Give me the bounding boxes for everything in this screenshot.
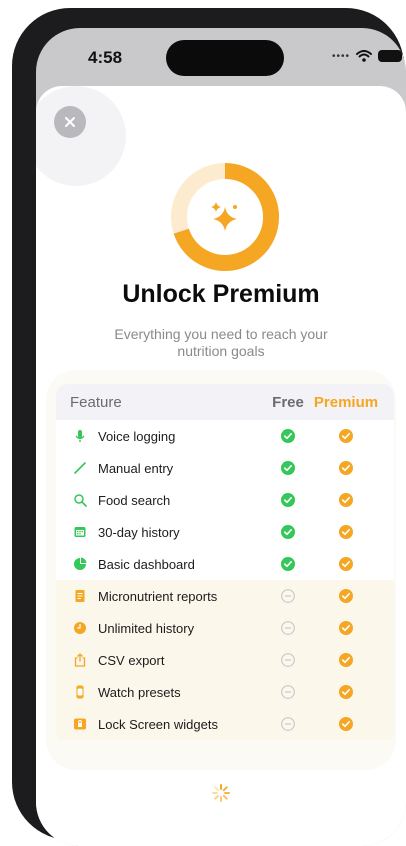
share-icon bbox=[73, 653, 87, 667]
table-row: CSV export bbox=[56, 644, 394, 676]
check-icon bbox=[339, 653, 353, 667]
premium-status bbox=[339, 429, 353, 443]
premium-ring-graphic bbox=[171, 163, 280, 271]
status-icons: •••• bbox=[332, 50, 406, 62]
check-icon bbox=[339, 685, 353, 699]
feature-label: CSV export bbox=[98, 653, 165, 668]
calendar-icon bbox=[73, 525, 87, 539]
free-status bbox=[281, 429, 295, 443]
table-body: Voice logging Manual entry Food search 30-d… bbox=[56, 420, 394, 740]
free-status bbox=[281, 589, 295, 603]
check-icon bbox=[281, 493, 295, 507]
table-header: Feature Free Premium bbox=[56, 384, 394, 420]
device-screen: 4:58 •••• Unlock Premium Everything you … bbox=[36, 28, 406, 846]
table-row: Manual entry bbox=[56, 452, 394, 484]
table-row: Basic dashboard bbox=[56, 548, 394, 580]
feature-label: Watch presets bbox=[98, 685, 181, 700]
check-icon bbox=[339, 621, 353, 635]
feature-label: Food search bbox=[98, 493, 171, 508]
check-icon bbox=[339, 493, 353, 507]
table-row: 30-day history bbox=[56, 516, 394, 548]
header-premium: Premium bbox=[313, 394, 379, 411]
header-free: Free bbox=[272, 394, 304, 411]
not-included-icon bbox=[281, 621, 295, 635]
free-status bbox=[281, 717, 295, 731]
feature-label: Basic dashboard bbox=[98, 557, 195, 572]
lock-icon bbox=[73, 717, 87, 731]
check-icon bbox=[339, 525, 353, 539]
magnifier-icon bbox=[73, 493, 87, 507]
status-time: 4:58 bbox=[88, 48, 123, 67]
battery-icon bbox=[378, 50, 406, 62]
premium-status bbox=[339, 621, 353, 635]
premium-status bbox=[339, 685, 353, 699]
premium-sheet: Unlock Premium Everything you need to re… bbox=[36, 86, 406, 846]
table-row: Food search bbox=[56, 484, 394, 516]
not-included-icon bbox=[281, 685, 295, 699]
table-row: Watch presets bbox=[56, 676, 394, 708]
pie-chart-icon bbox=[73, 557, 87, 571]
close-icon bbox=[65, 117, 75, 127]
watch-icon bbox=[73, 685, 87, 699]
feature-label: Lock Screen widgets bbox=[98, 717, 218, 732]
check-icon bbox=[339, 557, 353, 571]
not-included-icon bbox=[281, 717, 295, 731]
sparkles-icon bbox=[211, 202, 237, 231]
free-status bbox=[281, 653, 295, 667]
free-status bbox=[281, 493, 295, 507]
close-button[interactable] bbox=[54, 106, 86, 138]
wifi-icon bbox=[356, 50, 373, 62]
feature-label: 30-day history bbox=[98, 525, 180, 540]
spinner-icon bbox=[212, 784, 230, 802]
feature-label: Unlimited history bbox=[98, 621, 195, 636]
status-bar: 4:58 •••• bbox=[36, 28, 406, 86]
feature-label: Voice logging bbox=[98, 429, 176, 444]
check-icon bbox=[339, 589, 353, 603]
microphone-icon bbox=[73, 429, 87, 443]
check-icon bbox=[281, 429, 295, 443]
signal-dots-icon: •••• bbox=[332, 50, 351, 62]
not-included-icon bbox=[281, 653, 295, 667]
close-button-halo bbox=[36, 86, 126, 186]
check-icon bbox=[339, 429, 353, 443]
premium-status bbox=[339, 589, 353, 603]
premium-status bbox=[339, 461, 353, 475]
not-included-icon bbox=[281, 589, 295, 603]
clock-icon bbox=[73, 621, 87, 635]
premium-status bbox=[339, 717, 353, 731]
check-icon bbox=[339, 461, 353, 475]
document-icon bbox=[73, 589, 87, 603]
table-row: Micronutrient reports bbox=[56, 580, 394, 612]
dynamic-island bbox=[166, 40, 284, 76]
premium-status bbox=[339, 493, 353, 507]
premium-status bbox=[339, 653, 353, 667]
free-status bbox=[281, 685, 295, 699]
feature-comparison-table: Feature Free Premium Voice logging Manual… bbox=[56, 384, 394, 744]
table-row: Voice logging bbox=[56, 420, 394, 452]
premium-status bbox=[339, 557, 353, 571]
table-row: Lock Screen widgets bbox=[56, 708, 394, 740]
check-icon bbox=[281, 557, 295, 571]
feature-label: Micronutrient reports bbox=[98, 589, 218, 604]
page-subtitle: Everything you need to reach your nutrit… bbox=[114, 326, 328, 359]
check-icon bbox=[339, 717, 353, 731]
free-status bbox=[281, 557, 295, 571]
page-title: Unlock Premium bbox=[122, 280, 320, 308]
free-status bbox=[281, 525, 295, 539]
table-row: Unlimited history bbox=[56, 612, 394, 644]
check-icon bbox=[281, 525, 295, 539]
pencil-icon bbox=[73, 461, 87, 475]
check-icon bbox=[281, 461, 295, 475]
header-feature: Feature bbox=[70, 394, 122, 411]
premium-status bbox=[339, 525, 353, 539]
free-status bbox=[281, 621, 295, 635]
free-status bbox=[281, 461, 295, 475]
device-frame: 4:58 •••• Unlock Premium Everything you … bbox=[12, 8, 406, 846]
feature-label: Manual entry bbox=[98, 461, 174, 476]
